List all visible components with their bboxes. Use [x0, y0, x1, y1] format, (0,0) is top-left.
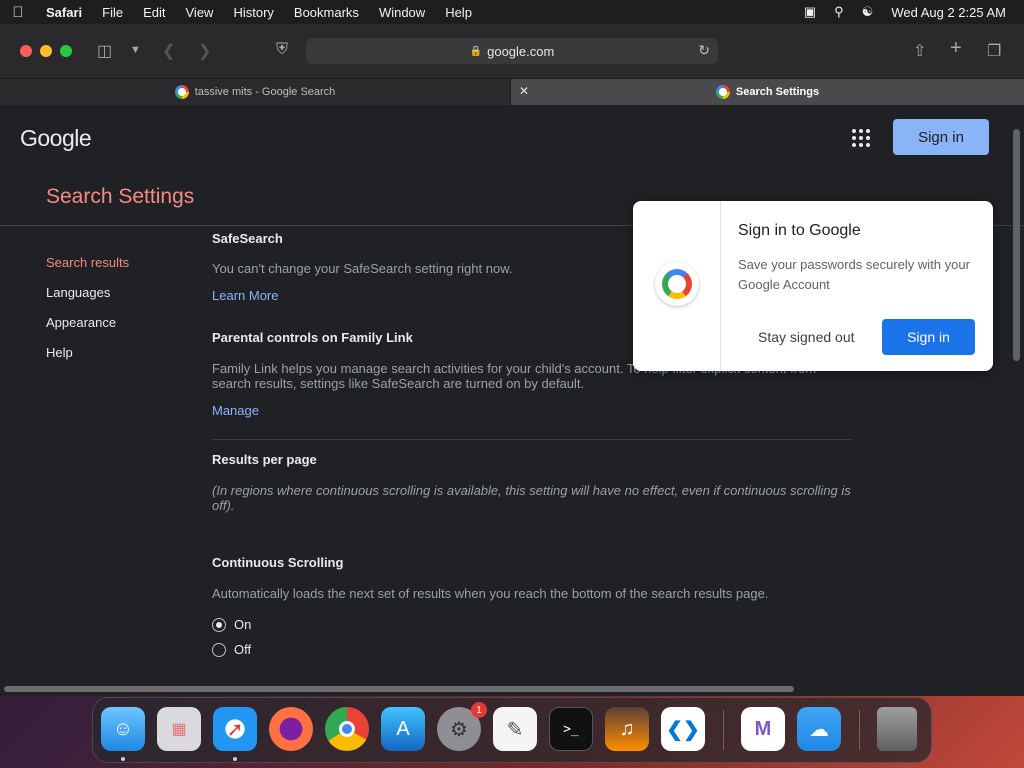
menu-bookmarks[interactable]: Bookmarks: [284, 5, 369, 20]
tab-label: Search Settings: [735, 86, 820, 98]
firefox-icon[interactable]: [269, 707, 313, 751]
google-logo[interactable]: Google: [20, 125, 92, 152]
zoom-window-button[interactable]: [60, 45, 72, 57]
tab-google-search[interactable]: tassive mits - Google Search: [0, 79, 511, 105]
results-per-page-heading: Results per page: [212, 452, 317, 467]
textedit-icon[interactable]: ✎: [493, 707, 537, 751]
dock: ☺ ▦ ➚ A ⚙ 1 ✎ >_ ♫ ❮❯ M ☁: [92, 697, 932, 763]
close-tab-icon[interactable]: ✕: [519, 84, 529, 98]
popup-description: Save your passwords securely with your G…: [738, 257, 970, 292]
radio-on-label: On: [234, 617, 252, 632]
results-per-page-text: (In regions where continuous scrolling i…: [212, 483, 851, 513]
tab-label: tassive mits - Google Search: [194, 86, 336, 98]
popup-sign-in-button[interactable]: Sign in: [882, 319, 975, 355]
share-icon[interactable]: ⇧: [913, 41, 926, 61]
menu-bar:  Safari File Edit View History Bookmark…: [0, 0, 1024, 24]
address-bar[interactable]: 🔒 google.com ↻: [306, 38, 718, 64]
google-g-icon: [655, 262, 699, 306]
radio-unselected-icon: [212, 642, 226, 657]
nav-item-languages[interactable]: Languages: [46, 285, 129, 315]
control-center-icon[interactable]: ☯: [862, 4, 874, 20]
page-title: Search Settings: [46, 185, 195, 208]
menu-app-name[interactable]: Safari: [36, 5, 92, 20]
dock-separator: [723, 710, 724, 750]
nav-item-help[interactable]: Help: [46, 345, 129, 375]
tab-search-settings[interactable]: ✕ Search Settings: [511, 79, 1024, 105]
garageband-icon[interactable]: ♫: [605, 707, 649, 751]
menu-edit[interactable]: Edit: [133, 5, 175, 20]
google-favicon-icon: [715, 85, 730, 99]
menu-file[interactable]: File: [92, 5, 133, 20]
radio-off[interactable]: Off: [212, 642, 251, 657]
dock-separator: [859, 710, 860, 750]
safari-window: ◫ ▼ ❮ ❯ ⛨ 🔒 google.com ↻ ⇧ + ❐ tassive m…: [0, 24, 1024, 696]
minimize-window-button[interactable]: [40, 45, 52, 57]
menu-help[interactable]: Help: [435, 5, 482, 20]
trash-icon[interactable]: [877, 707, 917, 751]
learn-more-link[interactable]: Learn More: [212, 288, 278, 303]
continuous-scrolling-heading: Continuous Scrolling: [212, 555, 344, 570]
google-favicon-icon: [174, 85, 189, 99]
privacy-shield-icon[interactable]: ⛨: [276, 41, 288, 59]
visual-studio-icon[interactable]: M: [741, 707, 785, 751]
address-text: google.com: [487, 43, 555, 59]
safesearch-text: You can't change your SafeSearch setting…: [212, 261, 513, 276]
terminal-icon[interactable]: >_: [549, 707, 593, 751]
app-store-icon[interactable]: A: [381, 707, 425, 751]
lock-icon: 🔒: [469, 45, 483, 57]
running-indicator: [233, 757, 237, 761]
safari-icon[interactable]: ➚: [213, 707, 257, 751]
weather-icon[interactable]: ☁: [797, 707, 841, 751]
radio-selected-icon: [212, 617, 226, 632]
popup-logo-panel: [633, 201, 721, 371]
popup-title: Sign in to Google: [738, 222, 861, 239]
menu-window[interactable]: Window: [369, 5, 435, 20]
new-tab-icon[interactable]: +: [950, 37, 962, 60]
menu-clock[interactable]: Wed Aug 2 2:25 AM: [891, 5, 1006, 20]
vscode-icon[interactable]: ❮❯: [661, 707, 705, 751]
sign-in-button[interactable]: Sign in: [893, 119, 989, 155]
tab-bar: tassive mits - Google Search ✕ Search Se…: [0, 78, 1024, 105]
menu-view[interactable]: View: [176, 5, 224, 20]
apple-menu-icon[interactable]: : [0, 4, 36, 21]
radio-off-label: Off: [234, 642, 252, 657]
horizontal-scrollbar[interactable]: [4, 686, 794, 692]
browser-toolbar: ◫ ▼ ❮ ❯ ⛨ 🔒 google.com ↻ ⇧ + ❐: [0, 24, 1024, 78]
notification-badge: 1: [471, 702, 487, 718]
sign-in-popup: Sign in to Google Save your passwords se…: [633, 201, 993, 371]
nav-item-appearance[interactable]: Appearance: [46, 315, 129, 345]
continuous-scrolling-text: Automatically loads the next set of resu…: [212, 586, 769, 601]
stay-signed-out-button[interactable]: Stay signed out: [758, 329, 855, 345]
google-apps-icon[interactable]: [852, 129, 870, 147]
section-divider: [212, 439, 852, 440]
close-window-button[interactable]: [20, 45, 32, 57]
tab-overview-icon[interactable]: ❐: [987, 41, 1001, 61]
settings-nav: Search results Languages Appearance Help: [46, 255, 129, 375]
screen-mirroring-icon[interactable]: ▣: [804, 4, 816, 20]
menu-history[interactable]: History: [223, 5, 283, 20]
vertical-scrollbar[interactable]: [1013, 129, 1020, 361]
chevron-down-icon[interactable]: ▼: [130, 44, 141, 56]
forward-arrow-icon[interactable]: ❯: [198, 41, 211, 61]
reload-icon[interactable]: ↻: [698, 42, 710, 59]
safesearch-heading: SafeSearch: [212, 231, 283, 246]
chrome-icon[interactable]: [325, 707, 369, 751]
nav-item-search-results[interactable]: Search results: [46, 255, 129, 285]
running-indicator: [121, 757, 125, 761]
web-page: Google Sign in Search Settings Search re…: [0, 105, 1024, 696]
manage-link[interactable]: Manage: [212, 403, 259, 418]
sidebar-toggle-icon[interactable]: ◫: [97, 41, 112, 61]
launchpad-icon[interactable]: ▦: [157, 707, 201, 751]
finder-icon[interactable]: ☺: [101, 707, 145, 751]
back-arrow-icon[interactable]: ❮: [162, 41, 175, 61]
spotlight-search-icon[interactable]: ⚲: [834, 4, 844, 20]
parental-heading: Parental controls on Family Link: [212, 330, 413, 345]
radio-on[interactable]: On: [212, 617, 251, 632]
